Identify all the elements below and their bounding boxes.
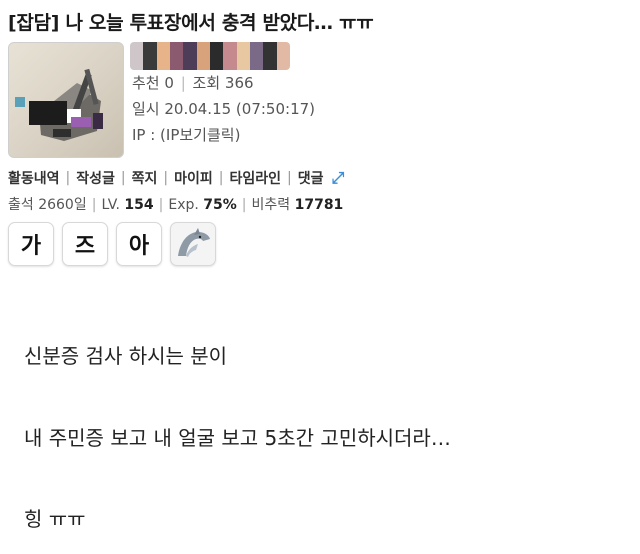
menu-activity[interactable]: 활동내역: [8, 168, 60, 188]
menu-timeline[interactable]: 타임라인: [229, 168, 281, 188]
post-ip[interactable]: IP : (IP보기클릭): [132, 124, 240, 145]
expand-icon[interactable]: ⤢: [331, 168, 344, 188]
content-line-1: 신분증 검사 하시는 분이: [24, 344, 228, 368]
content-line-2: 내 주민증 보고 내 얼굴 보고 5초간 고민하시더라…: [24, 426, 451, 450]
badge-jeu[interactable]: 즈: [62, 222, 108, 266]
user-stats: 출석 2660일 | LV. 154 | Exp. 75% | 비추력 17781: [8, 197, 344, 213]
user-avatar[interactable]: [8, 42, 124, 158]
post-datetime: 일시 20.04.15 (07:50:17): [132, 100, 316, 118]
menu-mypi[interactable]: 마이피: [174, 168, 213, 188]
level-value: 154: [124, 197, 154, 213]
badge-a[interactable]: 아: [116, 222, 162, 266]
level-label: LV.: [101, 197, 120, 213]
user-nickname-redacted[interactable]: [130, 42, 290, 70]
menu-posts[interactable]: 작성글: [76, 168, 115, 188]
rank-label: 비추력: [251, 197, 291, 213]
user-menu: 활동내역 | 작성글 | 쪽지 | 마이피 | 타임라인 | 댓글 ⤢: [8, 168, 345, 188]
rank-value: 17781: [294, 197, 344, 213]
badge-list: 가 즈 아: [8, 222, 216, 266]
menu-message[interactable]: 쪽지: [132, 168, 158, 188]
menu-comments[interactable]: 댓글: [298, 168, 324, 188]
dolphin-icon[interactable]: [170, 222, 216, 266]
recommend-count: 추천 0: [132, 74, 174, 92]
exp-value: 75%: [203, 197, 237, 213]
post-counts: 추천 0 | 조회 366: [132, 74, 254, 92]
badge-ga[interactable]: 가: [8, 222, 54, 266]
attendance: 출석 2660일: [8, 197, 87, 213]
view-count: 조회 366: [192, 74, 254, 92]
post-title: [잡담] 나 오늘 투표장에서 충격 받았다… ㅠㅠ: [8, 12, 374, 34]
exp-label: Exp.: [168, 197, 199, 213]
content-line-3: 힝 ㅠㅠ: [24, 507, 86, 531]
